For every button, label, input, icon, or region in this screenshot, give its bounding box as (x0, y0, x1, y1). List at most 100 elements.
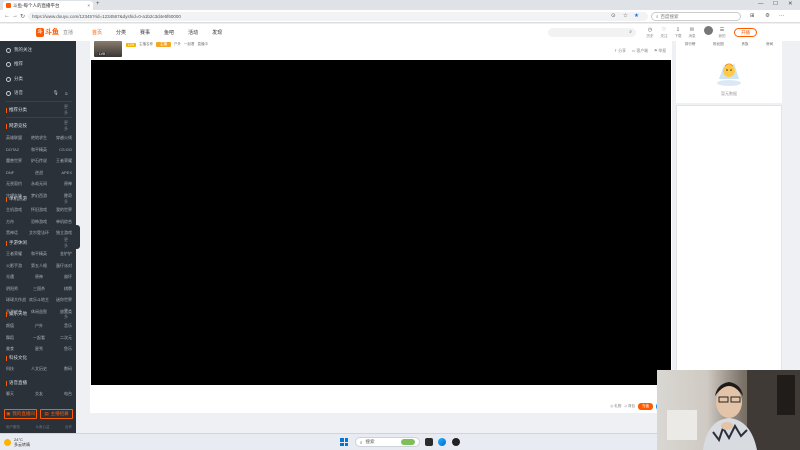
tab-rank[interactable]: 排行榜 (685, 42, 696, 47)
report-button[interactable]: ⚑ 举报 (654, 48, 666, 54)
category-link[interactable]: 方舟 (6, 219, 28, 225)
client-button[interactable]: ▭ 客户端 (632, 48, 648, 54)
category-link[interactable]: 电台 (50, 391, 72, 397)
category-link[interactable]: 二次元 (50, 335, 72, 341)
room-tag[interactable]: 一起看 (184, 42, 195, 47)
category-link[interactable]: 科技 (6, 366, 28, 372)
reader-icon[interactable]: ⊙ (611, 13, 616, 19)
category-link[interactable]: DNF (6, 170, 28, 176)
menu-icon[interactable]: ⋯ (779, 13, 785, 19)
sidebar-section-singleplayer[interactable]: 单机热游 更多 (6, 193, 68, 204)
streamer-avatar[interactable]: LV8 (94, 41, 122, 57)
category-link[interactable]: 传奇 (50, 193, 72, 199)
category-link[interactable]: 梦幻西游 (28, 193, 50, 199)
category-link[interactable]: 舞蹈 (6, 335, 28, 341)
forward-icon[interactable]: → (12, 13, 18, 19)
category-link[interactable]: 休闲益智 (28, 309, 50, 315)
category-link[interactable]: 单机综合 (50, 219, 72, 225)
category-link[interactable]: 星秀 (28, 346, 50, 352)
sidebar-section-entertainment[interactable]: 娱乐天地 更多 (6, 308, 68, 319)
category-link[interactable]: 主机游戏 (6, 207, 28, 213)
category-link[interactable]: 放置类 (50, 309, 72, 315)
category-link[interactable]: 美食 (6, 346, 28, 352)
windows-start-icon[interactable] (340, 438, 348, 446)
footer-link[interactable]: 用户服务 (6, 425, 20, 430)
category-link[interactable]: 怀旧游戏 (28, 207, 50, 213)
category-link[interactable]: 崩坏 (50, 274, 72, 280)
category-link[interactable]: 球球大作战 (6, 297, 28, 303)
category-link[interactable]: 原神 (50, 181, 72, 187)
start-live-button[interactable]: 开播 (734, 28, 757, 37)
category-link[interactable]: 王者荣耀 (6, 251, 28, 257)
category-link[interactable]: 火影手游 (6, 263, 28, 269)
new-tab-icon[interactable]: + (96, 1, 100, 7)
footer-link[interactable]: 合作 (65, 425, 72, 430)
nav-discover[interactable]: 发现 (212, 29, 222, 36)
category-link[interactable]: 原神 (28, 274, 50, 280)
category-link[interactable]: 魔兽世界 (6, 158, 28, 164)
gift-button[interactable]: ◎ 礼物 (610, 404, 621, 409)
sidebar-section-netgames[interactable]: 网游竞技 更多 (6, 120, 68, 131)
message-icon[interactable]: ✉ 消息 (686, 27, 698, 39)
room-tag[interactable]: 户外 (174, 42, 181, 47)
url-field[interactable]: https://www.douyu.com/12345?rid=1234567&… (28, 12, 648, 21)
tab-room[interactable]: 房间 (766, 42, 773, 47)
sidebar-item-voice[interactable]: 语音 🎙 ☺ (6, 90, 69, 96)
category-link[interactable]: 和平精英 (28, 147, 50, 153)
sidebar-item-follow[interactable]: 我的关注 (6, 47, 32, 53)
category-link[interactable]: 绝地求生 (28, 135, 50, 141)
back-icon[interactable]: ← (4, 13, 10, 19)
nav-fishbar[interactable]: 鱼吧 (164, 29, 174, 36)
category-link[interactable]: 第五人格 (28, 263, 50, 269)
category-link[interactable]: 音乐 (50, 323, 72, 329)
category-link[interactable]: 黑神话 (6, 230, 28, 236)
maximize-icon[interactable]: ☐ (773, 1, 778, 7)
user-avatar-icon[interactable] (702, 26, 714, 37)
category-link[interactable]: 三国杀 (28, 286, 50, 292)
category-link[interactable]: 永劫无间 (28, 181, 50, 187)
bookmark-star-icon[interactable]: ★ (634, 13, 639, 19)
obs-app-icon[interactable] (452, 438, 460, 446)
category-link[interactable]: 户外 (28, 323, 50, 329)
streamer-name[interactable]: 主播名称 (139, 42, 153, 47)
sidebar-section-tech[interactable]: 科技文化 (6, 355, 27, 361)
category-link[interactable]: CS:GO (50, 147, 72, 153)
video-player[interactable] (91, 60, 671, 385)
task-view-icon[interactable] (425, 438, 433, 446)
tab-noble[interactable]: 贵族 (741, 42, 748, 47)
sidebar-collapse-handle[interactable] (74, 225, 80, 249)
category-link[interactable]: 光遇 (6, 274, 28, 280)
category-link[interactable]: 棋牌 (50, 286, 72, 292)
category-link[interactable]: 独立游戏 (50, 230, 72, 236)
category-link[interactable]: 无畏契约 (6, 181, 28, 187)
category-link[interactable]: 交友 (28, 391, 50, 397)
settings-gear-icon[interactable]: ⚙ (765, 13, 770, 19)
category-link[interactable]: 蛋仔派对 (50, 263, 72, 269)
category-link[interactable]: 一起看 (28, 335, 50, 341)
category-link[interactable]: 鱼乐 (50, 346, 72, 352)
category-link[interactable]: 英雄联盟 (6, 135, 28, 141)
browser-search-input[interactable]: ⌕ 百度搜索 (651, 12, 741, 21)
follow-icon[interactable]: ♡ 关注 (658, 27, 670, 39)
extensions-icon[interactable]: ⊞ (750, 13, 755, 19)
category-link[interactable]: 穿越火线 (50, 135, 72, 141)
site-search-input[interactable]: ⌕ (548, 28, 636, 37)
edge-browser-icon[interactable] (438, 438, 446, 446)
category-link[interactable]: 艾尔登法环 (28, 230, 50, 236)
nav-home[interactable]: 首页 (92, 29, 102, 36)
favorite-icon[interactable]: ☆ (623, 13, 628, 19)
category-link[interactable]: 恐怖游戏 (28, 219, 50, 225)
sidebar-item-category[interactable]: 分类 (6, 76, 23, 82)
sidebar-item-recommend[interactable]: 推荐 (6, 61, 23, 67)
category-link[interactable]: 逆战 (28, 170, 50, 176)
category-link[interactable]: 王者荣耀 (50, 158, 72, 164)
category-link[interactable]: 人文历史 (28, 366, 50, 372)
recruit-button[interactable]: ▤ 主播招募 (40, 409, 73, 419)
category-link[interactable]: 我的世界 (50, 207, 72, 213)
category-link[interactable]: 金铲铲 (50, 251, 72, 257)
close-tab-icon[interactable]: × (87, 3, 90, 8)
category-link[interactable]: 炉石传说 (28, 158, 50, 164)
bag-button[interactable]: ◇ 背包 (624, 404, 635, 409)
minimize-icon[interactable]: — (758, 1, 764, 7)
user-icon[interactable]: ☰ 我的 (716, 27, 728, 39)
